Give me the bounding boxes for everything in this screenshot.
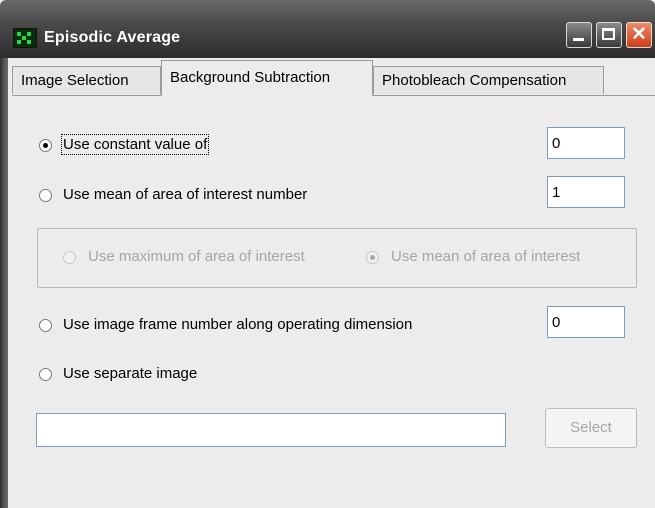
frame-number-label[interactable]: Use image frame number along operating d… xyxy=(63,316,412,333)
aoi-max-radio[interactable] xyxy=(63,251,76,264)
close-icon: ✕ xyxy=(631,24,647,45)
window-title: Episodic Average xyxy=(44,29,181,46)
tab-background-subtraction[interactable]: Background Subtraction xyxy=(161,60,373,96)
tab-image-selection[interactable]: Image Selection xyxy=(12,66,161,94)
frame-number-radio[interactable] xyxy=(39,319,52,332)
minimize-icon xyxy=(573,38,584,41)
title-bar[interactable]: Episodic Average ✕ xyxy=(0,0,655,58)
tab-photobleach-compensation[interactable]: Photobleach Compensation xyxy=(373,66,604,94)
app-icon xyxy=(13,28,37,48)
separate-image-radio[interactable] xyxy=(39,368,52,381)
aoi-mean-radio[interactable] xyxy=(39,189,52,202)
constant-value-label[interactable]: Use constant value of xyxy=(60,134,210,155)
aoi-number-input[interactable] xyxy=(547,176,625,208)
window-left-border xyxy=(0,58,8,508)
separate-image-label[interactable]: Use separate image xyxy=(63,365,197,382)
constant-value-radio[interactable] xyxy=(39,139,52,152)
separate-image-path-input[interactable] xyxy=(36,413,506,447)
maximize-icon xyxy=(602,28,615,40)
aoi-mean-sub-radio[interactable] xyxy=(366,251,379,264)
close-button[interactable]: ✕ xyxy=(626,22,652,48)
constant-value-input[interactable] xyxy=(547,127,625,159)
aoi-mean-sub-label[interactable]: Use mean of area of interest xyxy=(391,248,580,265)
select-button[interactable]: Select xyxy=(545,408,637,448)
aoi-max-label[interactable]: Use maximum of area of interest xyxy=(88,248,305,265)
aoi-mean-label[interactable]: Use mean of area of interest number xyxy=(63,186,307,203)
episodic-average-window: Episodic Average ✕ Image Selection Backg… xyxy=(0,0,655,508)
minimize-button[interactable] xyxy=(566,22,592,48)
maximize-button[interactable] xyxy=(596,22,622,48)
frame-number-input[interactable] xyxy=(547,306,625,338)
